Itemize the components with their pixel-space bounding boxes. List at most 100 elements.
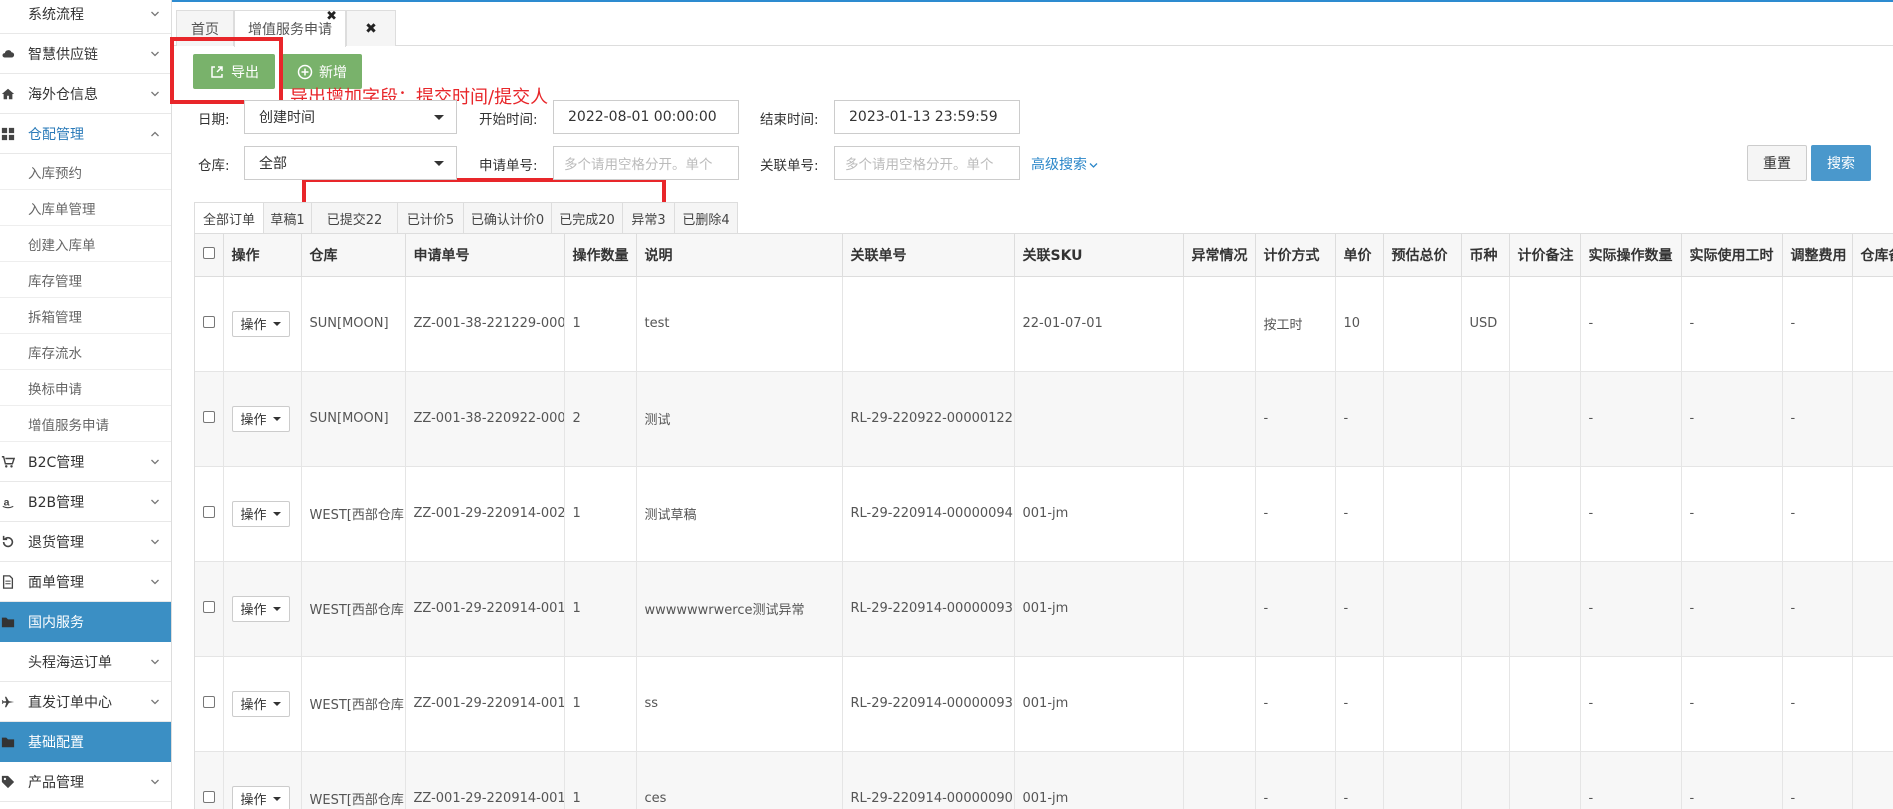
column-header[interactable]: 操作: [223, 234, 302, 277]
warehouse-select[interactable]: 全部: [244, 146, 457, 180]
table-row[interactable]: 操作 SUN[MOON] ZZ-001-38-221229-0001 1 test 22-…: [195, 276, 1893, 372]
status-tab-7[interactable]: 已删除4: [674, 202, 738, 234]
sidebar-item-6[interactable]: 创建入库单: [0, 226, 171, 262]
close-all-tabs-button[interactable]: ✖: [346, 10, 396, 46]
results-table-wrapper: 操作 仓库 申请单号 操作数量 说明 关联单号 关联SKU 异常情况 计价方式 单价 预估总价 币种计…: [194, 233, 1893, 809]
sidebar-item-18[interactable]: 直发订单中心: [0, 682, 171, 722]
row-action-dropdown[interactable]: 操作: [231, 405, 290, 432]
table-cell: -: [1681, 561, 1783, 657]
table-row[interactable]: 操作 WEST[西部仓库] ZZ-001-29-220914-0019 1 wwwwww…: [195, 561, 1893, 657]
row-checkbox[interactable]: [203, 600, 215, 613]
home-icon: [1, 87, 15, 101]
status-tab-6[interactable]: 异常3: [622, 202, 675, 234]
column-header[interactable]: 仓库备注: [1852, 234, 1893, 277]
start-time-input[interactable]: 2022-08-01 00:00:00: [553, 100, 739, 134]
table-cell: -: [1580, 561, 1682, 657]
sidebar-item-12[interactable]: B2C管理: [0, 442, 171, 482]
sidebar-item-0[interactable]: 系统流程: [0, 0, 171, 34]
column-header[interactable]: 实际操作数量: [1580, 234, 1682, 277]
column-header[interactable]: 实际使用工时: [1681, 234, 1783, 277]
end-time-input[interactable]: 2023-01-13 23:59:59: [834, 100, 1020, 134]
status-tab-4[interactable]: 已确认计价0: [463, 202, 552, 234]
sidebar-item-10[interactable]: 换标申请: [0, 370, 171, 406]
advanced-search-link[interactable]: 高级搜索: [1031, 154, 1098, 174]
status-tab-1[interactable]: 草稿1: [263, 202, 312, 234]
row-action-dropdown[interactable]: 操作: [231, 310, 290, 337]
column-header[interactable]: 单价: [1335, 234, 1384, 277]
table-cell: -: [1782, 751, 1853, 809]
column-header[interactable]: 异常情况: [1183, 234, 1256, 277]
table-cell: SUN[MOON]: [301, 276, 406, 372]
status-tab-2[interactable]: 已提交22: [311, 202, 398, 234]
sidebar-item-20[interactable]: 产品管理: [0, 762, 171, 802]
sidebar-item-7[interactable]: 库存管理: [0, 262, 171, 298]
column-header[interactable]: 说明: [636, 234, 843, 277]
tab-value-added-service[interactable]: 增值服务申请 ✖: [234, 9, 346, 47]
row-checkbox[interactable]: [203, 505, 215, 518]
date-type-select[interactable]: 创建时间: [244, 100, 457, 134]
column-header[interactable]: 计价备注: [1509, 234, 1581, 277]
row-checkbox[interactable]: [203, 410, 215, 423]
row-action-dropdown[interactable]: 操作: [231, 500, 290, 527]
select-all-checkbox[interactable]: [203, 246, 215, 259]
table-cell: 1: [564, 561, 637, 657]
rel-no-input[interactable]: 多个请用空格分开。单个: [834, 146, 1020, 180]
row-checkbox[interactable]: [203, 695, 215, 708]
table-row[interactable]: 操作 WEST[西部仓库] ZZ-001-29-220914-0020 1 测试草稿 RL…: [195, 466, 1893, 562]
search-label: 搜索: [1827, 156, 1855, 172]
table-row[interactable]: 操作 WEST[西部仓库] ZZ-001-29-220914-0018 1 ss RL-2…: [195, 656, 1893, 752]
sidebar-item-label: 换标申请: [28, 381, 82, 398]
apply-no-input[interactable]: 多个请用空格分开。单个: [553, 146, 739, 180]
reset-button[interactable]: 重置: [1747, 145, 1807, 181]
sidebar-item-16[interactable]: 国内服务: [0, 602, 171, 642]
sidebar-item-11[interactable]: 增值服务申请: [0, 406, 171, 442]
sidebar-item-4[interactable]: 入库预约: [0, 154, 171, 190]
date-type-value: 创建时间: [259, 110, 315, 126]
sidebar-item-5[interactable]: 入库单管理: [0, 190, 171, 226]
table-cell: -: [1255, 466, 1336, 562]
search-button[interactable]: 搜索: [1811, 145, 1871, 181]
column-header[interactable]: 操作数量: [564, 234, 637, 277]
add-label: 新增: [319, 64, 347, 81]
status-tab-5[interactable]: 已完成20: [551, 202, 623, 234]
table-row[interactable]: 操作 WEST[西部仓库] ZZ-001-29-220914-0015 1 ces RL-…: [195, 751, 1893, 809]
column-header[interactable]: 仓库: [301, 234, 406, 277]
table-cell: [1509, 276, 1581, 372]
column-header[interactable]: 调整费用: [1782, 234, 1853, 277]
column-header[interactable]: 关联单号: [842, 234, 1015, 277]
table-cell: RL-29-220914-00000093: [842, 561, 1015, 657]
sidebar-item-3[interactable]: 仓配管理: [0, 114, 171, 154]
row-action-dropdown[interactable]: 操作: [231, 785, 290, 809]
row-action-dropdown[interactable]: 操作: [231, 595, 290, 622]
column-header[interactable]: 关联SKU: [1014, 234, 1184, 277]
export-button[interactable]: 导出: [193, 54, 275, 89]
sidebar-item-9[interactable]: 库存流水: [0, 334, 171, 370]
sidebar-item-19[interactable]: 基础配置: [0, 722, 171, 762]
table-cell: WEST[西部仓库]: [301, 656, 406, 752]
table-cell: [1183, 561, 1256, 657]
sidebar-item-8[interactable]: 拆箱管理: [0, 298, 171, 334]
sidebar: 系统流程 智慧供应链 海外仓信息 仓配管理 入库预约 入库单管理 创建入库单 库存管理 拆箱管理…: [0, 0, 172, 809]
column-header[interactable]: 币种: [1461, 234, 1510, 277]
tab-close-icon[interactable]: ✖: [326, 9, 337, 24]
results-table: 操作 仓库 申请单号 操作数量 说明 关联单号 关联SKU 异常情况 计价方式 单价 预估总价 币种计…: [195, 234, 1893, 809]
sidebar-item-14[interactable]: 退货管理: [0, 522, 171, 562]
sidebar-item-17[interactable]: 头程海运订单: [0, 642, 171, 682]
status-tab-3[interactable]: 已计价5: [397, 202, 464, 234]
sidebar-item-2[interactable]: 海外仓信息: [0, 74, 171, 114]
sidebar-item-15[interactable]: 面单管理: [0, 562, 171, 602]
column-header[interactable]: 预估总价: [1383, 234, 1462, 277]
table-row[interactable]: 操作 SUN[MOON] ZZ-001-38-220922-0006 2 测试 RL-29…: [195, 371, 1893, 467]
sidebar-item-13[interactable]: a B2B管理: [0, 482, 171, 522]
status-tab-label: 异常3: [631, 212, 666, 228]
column-header[interactable]: 计价方式: [1255, 234, 1336, 277]
row-checkbox[interactable]: [203, 790, 215, 803]
column-header[interactable]: 申请单号: [405, 234, 565, 277]
tab-home[interactable]: 首页: [176, 10, 234, 46]
status-tab-0[interactable]: 全部订单: [194, 202, 264, 234]
chevron-down-icon: [151, 539, 159, 544]
row-action-dropdown[interactable]: 操作: [231, 690, 290, 717]
table-cell: -: [1782, 371, 1853, 467]
row-checkbox[interactable]: [203, 315, 215, 328]
sidebar-item-1[interactable]: 智慧供应链: [0, 34, 171, 74]
